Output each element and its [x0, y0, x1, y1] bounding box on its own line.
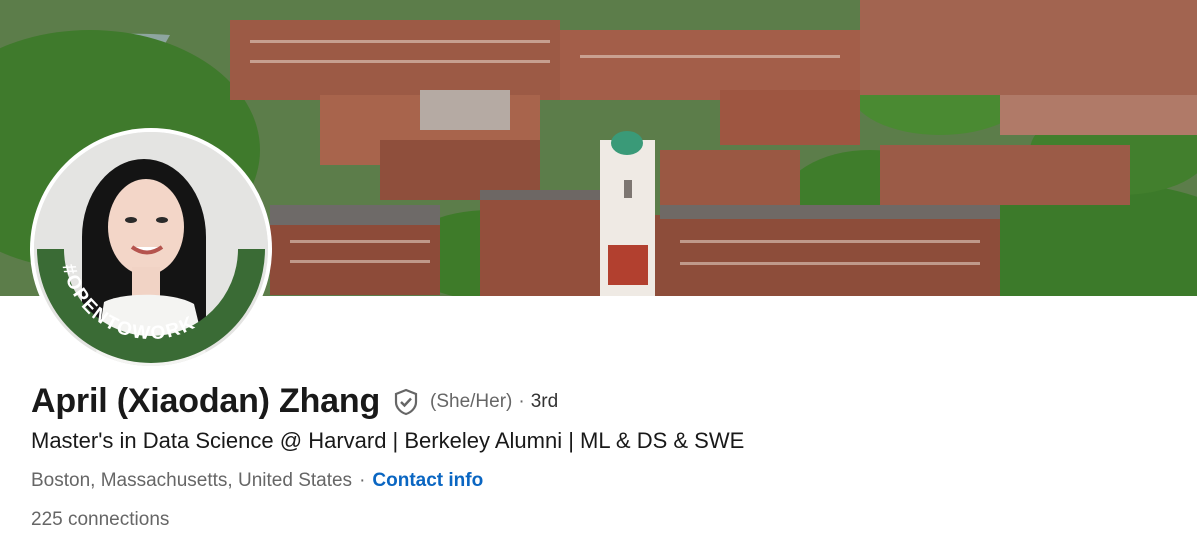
- profile-name: April (Xiaodan) Zhang: [31, 382, 381, 420]
- connection-degree: 3rd: [530, 390, 559, 412]
- location-row: Boston, Massachusetts, United States · C…: [31, 470, 483, 492]
- avatar: #OPENTOWORK: [34, 132, 268, 366]
- location-text: Boston, Massachusetts, United States: [31, 470, 353, 491]
- connections-label: connections: [67, 509, 170, 530]
- location-separator: ·: [359, 470, 366, 491]
- profile-headline: Master's in Data Science @ Harvard | Ber…: [31, 428, 745, 453]
- profile-photo[interactable]: #OPENTOWORK: [30, 128, 272, 370]
- shield-check-icon[interactable]: [392, 388, 420, 416]
- separator-dot: ·: [518, 390, 525, 412]
- contact-info-link[interactable]: Contact info: [372, 470, 483, 492]
- name-row: April (Xiaodan) Zhang (She/Her) · 3rd: [31, 382, 558, 421]
- connections-number: 225: [31, 509, 63, 530]
- connections-count[interactable]: 225 connections: [31, 509, 169, 531]
- pronouns: (She/Her): [430, 390, 513, 412]
